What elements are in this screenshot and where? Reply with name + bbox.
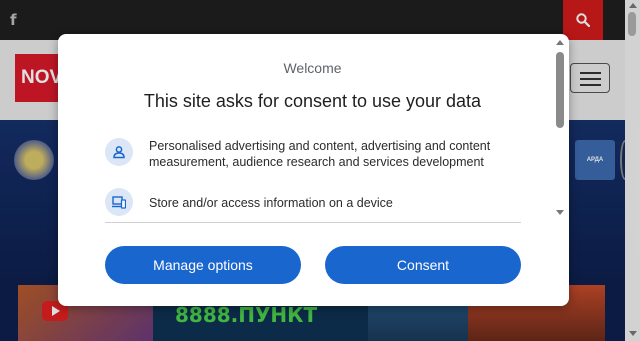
purpose-text: Personalised advertising and content, ad…: [149, 139, 491, 169]
manage-options-button[interactable]: Manage options: [105, 246, 301, 284]
divider: [105, 222, 521, 223]
devices-icon: [105, 188, 133, 216]
dialog-title: This site asks for consent to use your d…: [143, 91, 482, 111]
person-icon: [105, 138, 133, 166]
dialog-scrollbar[interactable]: [555, 38, 565, 218]
scroll-down-icon[interactable]: [556, 210, 564, 215]
consent-button[interactable]: Consent: [325, 246, 521, 284]
purpose-item: Personalised advertising and content, ad…: [105, 138, 525, 174]
purpose-text: Store and/or access information on a dev…: [149, 196, 393, 210]
dialog-welcome: Welcome: [283, 60, 342, 76]
consent-dialog: Welcome This site asks for consent to us…: [58, 34, 569, 306]
scroll-up-icon[interactable]: [556, 40, 564, 45]
scrollbar-thumb[interactable]: [556, 52, 564, 128]
purpose-item: Store and/or access information on a dev…: [105, 188, 525, 216]
